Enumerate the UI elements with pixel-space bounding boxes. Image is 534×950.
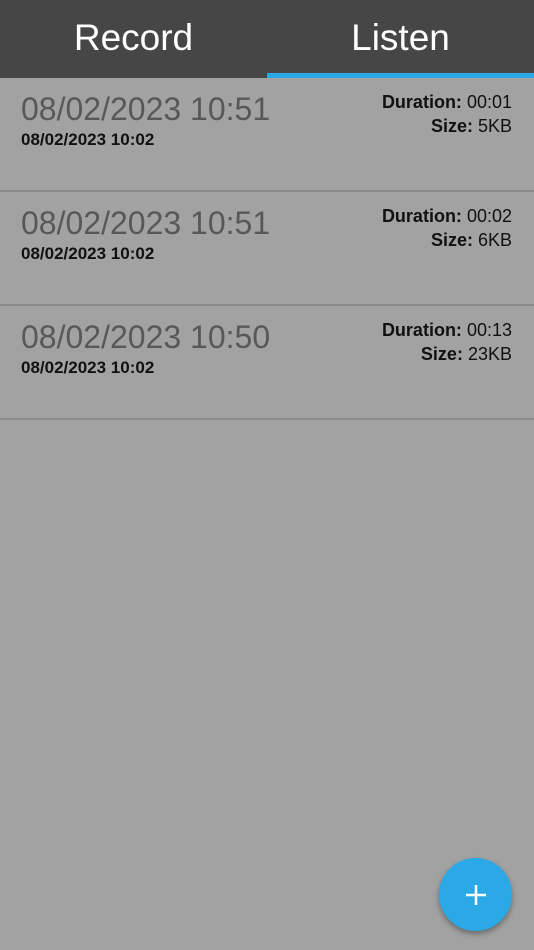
- plus-icon: [465, 884, 486, 905]
- recording-title: 08/02/2023 10:51: [21, 91, 271, 127]
- recording-subtitle: 08/02/2023 10:02: [21, 130, 155, 149]
- recording-meta: Duration: 00:02 Size: 6KB: [382, 204, 512, 252]
- tab-record[interactable]: Record: [0, 0, 267, 78]
- recording-title: 08/02/2023 10:51: [21, 205, 271, 241]
- recordings-list: 08/02/2023 10:51 08/02/2023 10:02 Durati…: [0, 78, 534, 420]
- duration-line: Duration: 00:13: [382, 318, 512, 342]
- duration-line: Duration: 00:01: [382, 90, 512, 114]
- app-screen: Record Listen 08/02/2023 10:51 08/02/202…: [0, 0, 534, 950]
- size-value: 5KB: [477, 116, 512, 136]
- tab-bar: Record Listen: [0, 0, 534, 78]
- size-line: Size: 5KB: [382, 114, 512, 138]
- recording-subtitle: 08/02/2023 10:02: [21, 358, 155, 377]
- size-label: Size:: [430, 116, 473, 136]
- recording-item[interactable]: 08/02/2023 10:50 08/02/2023 10:02 Durati…: [0, 306, 534, 420]
- recording-title: 08/02/2023 10:50: [21, 319, 271, 355]
- duration-line: Duration: 00:02: [382, 204, 512, 228]
- duration-label: Duration:: [381, 320, 462, 340]
- recording-subtitle: 08/02/2023 10:02: [21, 244, 155, 263]
- tab-listen[interactable]: Listen: [267, 0, 534, 78]
- recording-item[interactable]: 08/02/2023 10:51 08/02/2023 10:02 Durati…: [0, 192, 534, 306]
- duration-label: Duration:: [381, 92, 462, 112]
- add-recording-button[interactable]: [439, 858, 512, 931]
- size-line: Size: 6KB: [382, 228, 512, 252]
- size-value: 23KB: [467, 344, 512, 364]
- duration-value: 00:01: [466, 92, 512, 112]
- tab-record-label: Record: [73, 17, 194, 58]
- recording-meta: Duration: 00:01 Size: 5KB: [382, 90, 512, 138]
- duration-value: 00:13: [466, 320, 512, 340]
- duration-label: Duration:: [381, 206, 462, 226]
- size-line: Size: 23KB: [382, 342, 512, 366]
- recording-meta: Duration: 00:13 Size: 23KB: [382, 318, 512, 366]
- duration-value: 00:02: [466, 206, 512, 226]
- size-label: Size:: [430, 230, 473, 250]
- recording-item[interactable]: 08/02/2023 10:51 08/02/2023 10:02 Durati…: [0, 78, 534, 192]
- size-value: 6KB: [477, 230, 512, 250]
- size-label: Size:: [420, 344, 463, 364]
- tab-listen-label: Listen: [351, 17, 450, 58]
